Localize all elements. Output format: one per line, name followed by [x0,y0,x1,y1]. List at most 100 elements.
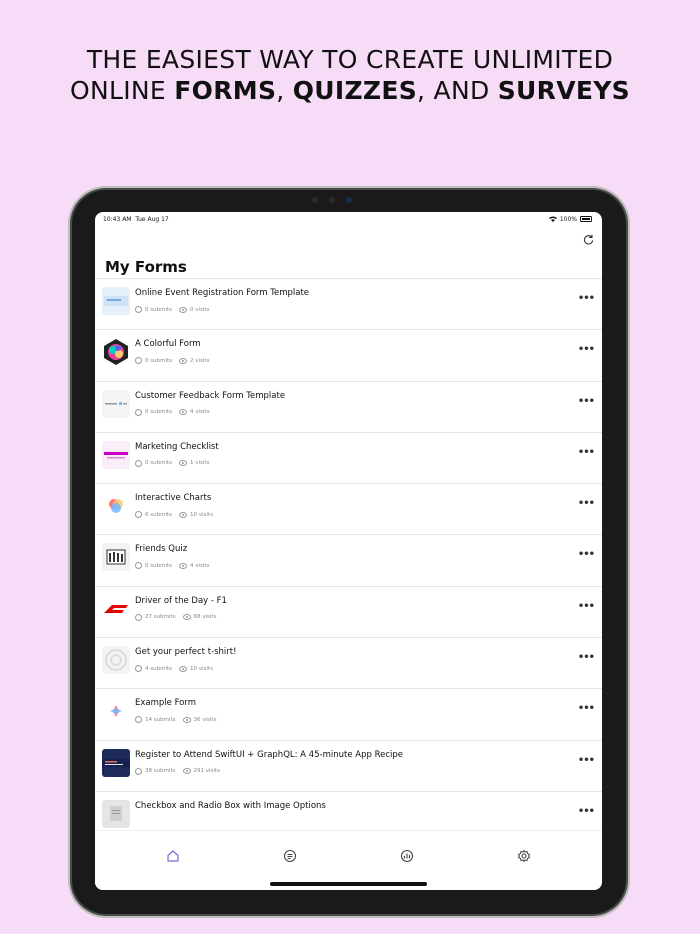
check-circle-icon [135,357,142,365]
home-icon[interactable] [166,849,180,863]
form-thumbnail [102,799,130,828]
submits-count: 0 submits [145,409,172,416]
home-indicator [270,882,427,886]
list-item[interactable]: Register to Attend SwiftUI + GraphQL: A … [95,741,602,792]
more-options-button[interactable]: ••• [578,447,595,458]
visits-count: 10 visits [190,665,213,672]
headline-quizzes: QUIZZES [292,76,418,105]
submits-count: 0 submits [145,460,172,467]
visits-count: 68 visits [193,614,217,621]
friends-quiz-image [106,549,126,565]
list-item[interactable]: Online Event Registration Form Template … [95,279,602,331]
battery-percent: 100% [559,215,577,223]
more-options-button[interactable]: ••• [578,806,595,817]
visits-count: 0 visits [190,306,210,313]
form-thumbnail [102,389,130,418]
more-options-button[interactable]: ••• [578,652,595,663]
visits-count: 36 visits [193,716,217,723]
app-screen: 10:43 AM Tue Aug 17 100% My Forms Online… [95,212,602,890]
form-stats: 6 submits 10 visits [135,511,213,519]
list-item[interactable]: Customer Feedback Form Template 0 submit… [95,382,602,433]
more-options-button[interactable]: ••• [578,344,595,355]
tshirt-pattern-image [105,649,127,672]
form-title: Checkbox and Radio Box with Image Option… [135,800,326,811]
form-title: Customer Feedback Form Template [135,390,286,401]
submits-count: 27 submits [145,614,176,621]
sensor-dot [329,197,335,203]
eye-icon [179,357,187,364]
form-thumbnail [102,338,130,367]
headline-line-2: ONLINE FORMS, QUIZZES, AND SURVEYS [0,75,700,106]
device-volume-down [626,268,629,290]
wifi-icon [548,216,557,222]
form-title: Marketing Checklist [135,441,219,452]
eye-icon [179,460,187,467]
more-options-button[interactable]: ••• [578,755,595,766]
eye-icon [182,614,191,621]
form-thumbnail [102,646,130,675]
list-item[interactable]: Example Form 14 submits 36 visits ••• [95,689,602,741]
form-thumbnail [102,440,130,469]
headline-forms: FORMS [174,76,277,105]
headline-sep1: , [276,76,293,105]
form-thumbnail [102,748,130,777]
form-stats: 0 submits 1 visits [135,459,209,467]
check-circle-icon [135,613,142,621]
more-options-button[interactable]: ••• [578,396,595,407]
camera-bar [312,197,392,203]
check-circle-icon [135,306,142,313]
forms-icon[interactable] [283,849,297,863]
submits-count: 0 submits [145,357,172,364]
eye-icon [182,716,191,723]
more-options-button[interactable]: ••• [578,293,595,304]
camera-lens [346,197,352,203]
eye-icon [179,511,187,518]
form-thumbnail [102,287,130,315]
visits-count: 10 visits [190,511,213,518]
more-options-button[interactable]: ••• [578,601,595,612]
form-title: Online Event Registration Form Template [135,288,310,298]
check-circle-icon [135,562,142,570]
form-stats: 4 submits 10 visits [135,665,213,673]
list-item[interactable]: Get your perfect t-shirt! 4 submits 10 vi… [95,638,602,690]
submits-count: 6 submits [145,511,172,518]
status-left: 10:43 AM Tue Aug 17 [103,216,169,223]
form-stats: 14 submits 36 visits [135,716,217,724]
form-title: Register to Attend SwiftUI + GraphQL: A … [135,749,403,760]
form-thumbnail [102,594,130,623]
form-stats: 0 submits 0 visits [135,306,209,313]
submits-count: 4 submits [145,665,172,672]
list-item[interactable]: Driver of the Day - F1 27 submits 68 visi… [95,587,602,639]
status-date: Tue Aug 17 [135,215,169,223]
form-title: Get your perfect t-shirt! [135,647,237,658]
battery-icon [580,216,592,222]
check-circle-icon [135,767,142,775]
swiftui-graphql-banner-image [102,758,130,767]
registration-form-image [104,296,128,306]
example-form-logo-image [110,705,122,718]
analytics-icon[interactable] [400,849,414,863]
feedback-form-image [105,401,127,405]
chart-logo-image [109,499,123,514]
colorful-hexagon-image [104,339,128,366]
list-item[interactable]: Marketing Checklist 0 submits 1 visits ••… [95,433,602,485]
form-thumbnail [102,543,130,572]
visits-count: 4 visits [190,409,210,416]
submits-count: 14 submits [145,716,176,723]
list-item[interactable]: Interactive Charts 6 submits 10 visits ••… [95,484,602,536]
more-options-button[interactable]: ••• [578,498,595,509]
list-item[interactable]: A Colorful Form 0 submits 2 visits ••• [95,330,602,382]
page-title: My Forms [105,258,187,276]
refresh-icon[interactable] [583,234,594,245]
status-time: 10:43 AM [103,215,132,223]
check-circle-icon [135,459,142,467]
status-bar: 10:43 AM Tue Aug 17 100% [95,212,602,226]
device-volume-up [626,240,629,262]
list-item[interactable]: Friends Quiz 0 submits 4 visits ••• [95,535,602,587]
eye-icon [179,306,187,313]
more-options-button[interactable]: ••• [578,549,595,560]
form-stats: 38 submits 291 visits [135,767,220,775]
form-title: Interactive Charts [135,493,212,504]
more-options-button[interactable]: ••• [578,703,595,714]
settings-icon[interactable] [517,849,531,863]
